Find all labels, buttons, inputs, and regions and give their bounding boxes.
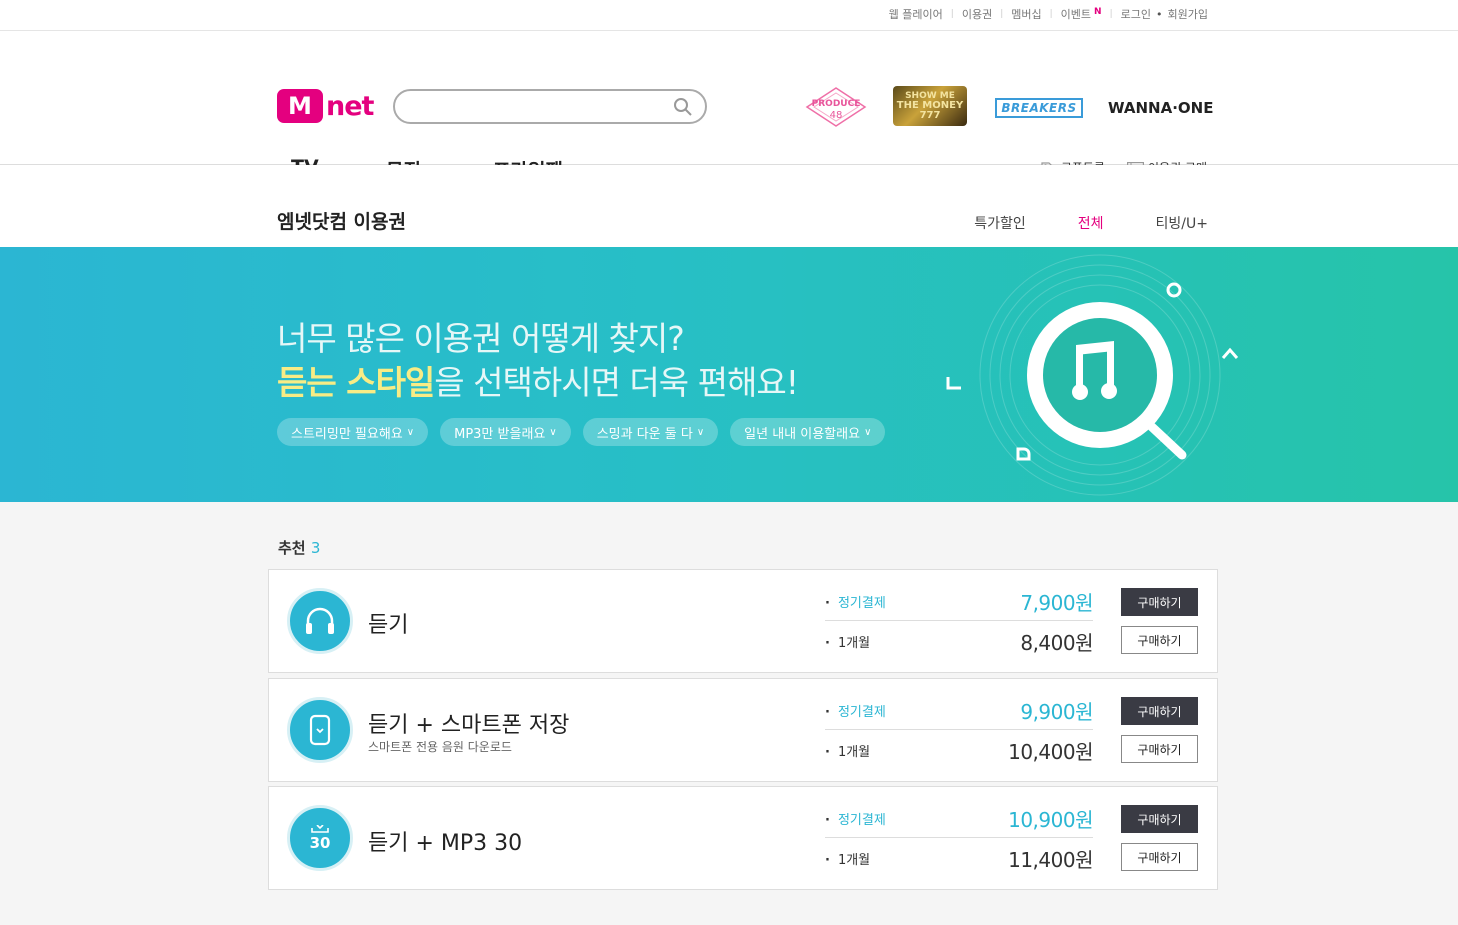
util-link-web-player[interactable]: 웹 플레이어 — [889, 6, 943, 22]
style-chips: 스트리밍만 필요해요 ∨ MP3만 받을래요 ∨ 스밍과 다운 둘 다 ∨ 일년 내내… — [277, 418, 897, 446]
pass-card-listen-smartphone: 듣기 + 스마트폰 저장 스마트폰 전용 음원 다운로드 정기결제 9,900원… — [268, 678, 1218, 782]
separator: | — [1109, 9, 1113, 19]
chip-stream-and-download[interactable]: 스밍과 다운 둘 다 ∨ — [582, 418, 719, 446]
util-link-pass[interactable]: 이용권 — [962, 6, 992, 22]
plan-price: 8,400원 — [1020, 630, 1093, 655]
plan-price: 7,900원 — [1020, 591, 1093, 615]
plan-row-subscription: 정기결제 9,900원 — [825, 692, 1093, 730]
banner-headline: 너무 많은 이용권 어떻게 찾지? — [277, 319, 685, 358]
tab-tving-uplus[interactable]: 티빙/U+ — [1156, 213, 1208, 233]
utility-links: 웹 플레이어 | 이용권 | 멤버십 | 이벤트 N | 로그인 • 회원가입 — [889, 6, 1208, 22]
smartphone-download-icon — [287, 697, 353, 763]
mp3-download-icon: 30 — [287, 805, 353, 871]
chip-streaming-only[interactable]: 스트리밍만 필요해요 ∨ — [277, 418, 429, 446]
music-search-illustration — [946, 254, 1239, 496]
banner-highlight: 듣는 스타일 — [277, 363, 435, 402]
banner-subheadline-rest: 을 선택하시면 더욱 편해요! — [434, 363, 799, 402]
wanna-one-logo[interactable]: WANNA·ONE — [1108, 97, 1213, 119]
plan-row-monthly: 1개월 11,400원 — [825, 839, 1094, 877]
buy-monthly-button[interactable]: 구매하기 — [1121, 626, 1198, 654]
separator: | — [1000, 9, 1004, 19]
site-header: M net PRODUCE 48 SHOW ME THE MONEY 777 B… — [0, 31, 1458, 182]
logo-wordmark: net — [326, 90, 374, 122]
smtm-line2: THE MONEY — [896, 99, 964, 111]
produce-label: PRODUCE — [812, 99, 861, 109]
separator: • — [1156, 7, 1163, 21]
recommend-heading: 추천 3 — [278, 537, 320, 558]
separator: | — [1049, 9, 1053, 19]
tab-all[interactable]: 전체 — [1078, 213, 1104, 233]
pass-tabs: 특가할인 전체 티빙/U+ — [922, 213, 1208, 233]
smtm-num: 777 — [919, 109, 941, 121]
buy-subscription-button[interactable]: 구매하기 — [1121, 697, 1198, 725]
plan-label: 1개월 — [825, 632, 870, 651]
show-me-the-money-logo[interactable]: SHOW ME THE MONEY 777 — [893, 86, 967, 126]
plan-price: 10,400원 — [1008, 739, 1093, 764]
plan-price: 9,900원 — [1020, 700, 1093, 724]
plan-label: 1개월 — [825, 849, 870, 868]
chip-yearly[interactable]: 일년 내내 이용할래요 ∨ — [730, 418, 886, 446]
chip-mp3-only[interactable]: MP3만 받을래요 ∨ — [440, 418, 571, 446]
pass-title: 듣기 + 스마트폰 저장 — [368, 713, 570, 738]
recommend-label: 추천 — [278, 539, 306, 557]
chip-label: 스트리밍만 필요해요 — [291, 426, 403, 442]
page-title: 엠넷닷컴 이용권 — [277, 211, 406, 233]
plan-row-monthly: 1개월 10,400원 — [825, 731, 1094, 769]
produce48-logo[interactable]: PRODUCE 48 — [803, 86, 869, 128]
mnet-logo[interactable]: M net — [277, 89, 374, 123]
chevron-down-icon: ∨ — [864, 426, 872, 438]
util-event-label: 이벤트 — [1060, 8, 1092, 21]
buy-subscription-button[interactable]: 구매하기 — [1121, 805, 1198, 833]
search-icon[interactable] — [673, 97, 693, 117]
mp3-count-text: 30 — [309, 834, 331, 852]
chip-label: 일년 내내 이용할래요 — [744, 426, 861, 442]
plan-row-subscription: 정기결제 7,900원 — [825, 583, 1093, 621]
plan-label: 1개월 — [825, 741, 870, 760]
chevron-down-icon: ∨ — [549, 426, 557, 438]
util-link-membership[interactable]: 멤버십 — [1011, 6, 1041, 22]
utility-bar: 웹 플레이어 | 이용권 | 멤버십 | 이벤트 N | 로그인 • 회원가입 — [0, 0, 1458, 31]
plan-label: 정기결제 — [825, 592, 886, 611]
plan-label: 정기결제 — [825, 809, 886, 828]
download-tray-glyph — [311, 825, 329, 833]
util-link-event[interactable]: 이벤트 N — [1061, 6, 1102, 22]
plan-row-monthly: 1개월 8,400원 — [825, 622, 1094, 660]
chip-label: MP3만 받을래요 — [454, 426, 546, 442]
pass-subtitle: 스마트폰 전용 음원 다운로드 — [368, 740, 512, 754]
produce48-emblem: PRODUCE 48 — [805, 87, 867, 127]
plan-row-subscription: 정기결제 10,900원 — [825, 800, 1093, 838]
signup-link[interactable]: 회원가입 — [1168, 6, 1208, 22]
breakers-logo[interactable]: BREAKERS — [995, 98, 1083, 118]
logo-m-mark: M — [277, 89, 323, 123]
headphones-glyph — [306, 607, 334, 634]
pass-card-listen: 듣기 정기결제 7,900원 1개월 8,400원 구매하기 구매하기 — [268, 569, 1218, 673]
buy-subscription-button[interactable]: 구매하기 — [1121, 588, 1198, 616]
smartphone-glyph — [309, 714, 331, 746]
plan-price: 11,400원 — [1008, 847, 1093, 872]
new-badge: N — [1094, 7, 1102, 17]
plan-label: 정기결제 — [825, 701, 886, 720]
banner-subheadline: 듣는 스타일을 선택하시면 더욱 편해요! — [277, 356, 799, 404]
chevron-down-icon: ∨ — [406, 426, 415, 438]
pass-card-listen-mp3: 30 듣기 + MP3 30 정기결제 10,900원 1개월 11,400원 … — [268, 786, 1218, 890]
produce-num: 48 — [830, 110, 843, 121]
chip-label: 스밍과 다운 둘 다 — [596, 426, 693, 442]
recommend-count: 3 — [310, 539, 321, 557]
page-subheader: 엠넷닷컴 이용권 특가할인 전체 티빙/U+ — [0, 165, 1458, 247]
buy-monthly-button[interactable]: 구매하기 — [1121, 735, 1198, 763]
search-input[interactable] — [393, 89, 707, 124]
separator: | — [950, 9, 954, 19]
tab-special-discount[interactable]: 특가할인 — [974, 213, 1026, 233]
plan-price: 10,900원 — [1008, 808, 1093, 832]
pass-title: 듣기 + MP3 30 — [368, 831, 523, 856]
pass-title: 듣기 — [368, 613, 409, 638]
chevron-down-icon: ∨ — [696, 426, 705, 438]
headphones-icon — [287, 588, 353, 654]
buy-monthly-button[interactable]: 구매하기 — [1121, 843, 1198, 871]
login-link[interactable]: 로그인 — [1121, 6, 1151, 22]
